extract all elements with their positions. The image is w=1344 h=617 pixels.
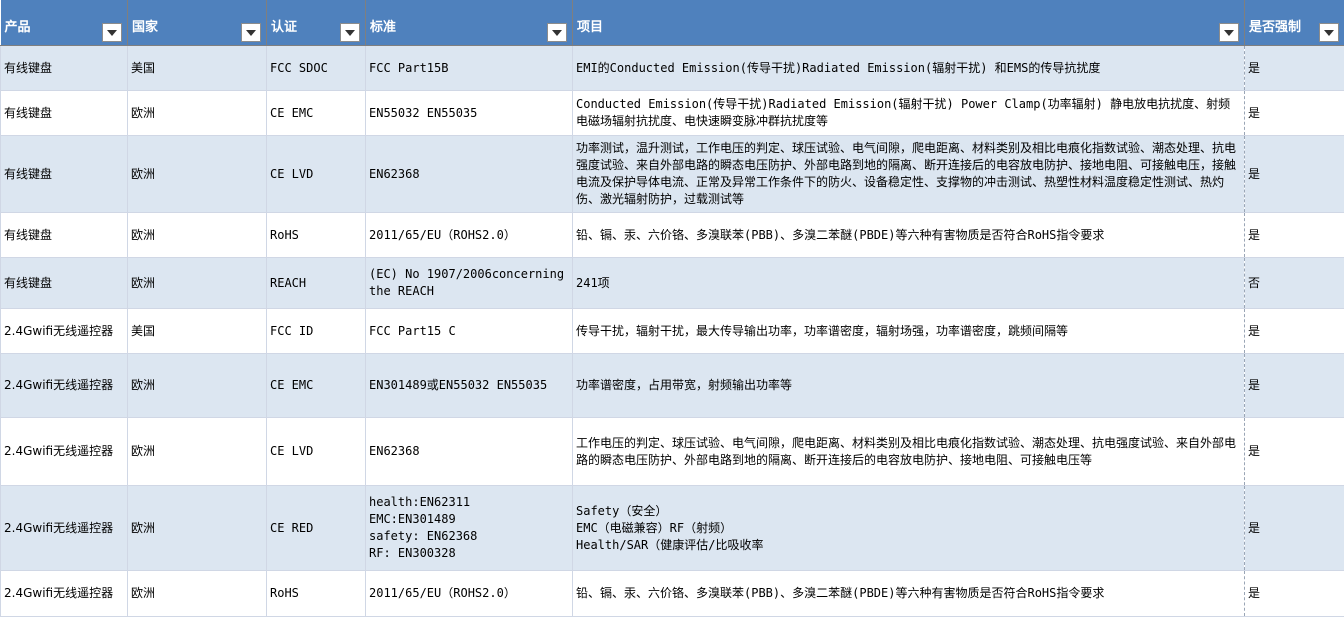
chevron-down-icon xyxy=(107,30,117,36)
mandatory-cell[interactable]: 是 xyxy=(1245,46,1344,91)
table-row: 2.4Gwifi无线遥控器 欧洲 CE EMC EN301489或EN55032… xyxy=(1,354,1344,418)
cert-cell[interactable]: RoHS xyxy=(267,571,366,617)
country-cell[interactable]: 欧洲 xyxy=(128,571,267,617)
header-cell: 认证 xyxy=(267,0,366,46)
product-cell[interactable]: 有线键盘 xyxy=(1,91,128,136)
mandatory-cell[interactable]: 是 xyxy=(1245,91,1344,136)
spreadsheet-table: 产品 国家 认证 标准 项目 是否强制 有线键盘 美国 FCC SDOC FCC… xyxy=(0,0,1344,617)
country-cell[interactable]: 欧洲 xyxy=(128,418,267,486)
product-cell[interactable]: 2.4Gwifi无线遥控器 xyxy=(1,309,128,354)
header-cell: 国家 xyxy=(128,0,267,46)
cert-cell[interactable]: FCC SDOC xyxy=(267,46,366,91)
table-row: 有线键盘 欧洲 CE EMC EN55032 EN55035 Conducted… xyxy=(1,91,1344,136)
country-cell[interactable]: 欧洲 xyxy=(128,258,267,309)
country-cell[interactable]: 欧洲 xyxy=(128,354,267,418)
cert-cell[interactable]: REACH xyxy=(267,258,366,309)
filter-dropdown-button[interactable] xyxy=(547,23,567,42)
mandatory-cell[interactable]: 是 xyxy=(1245,486,1344,571)
table-row: 有线键盘 欧洲 RoHS 2011/65/EU（ROHS2.0） 铅、镉、汞、六… xyxy=(1,213,1344,258)
country-cell[interactable]: 欧洲 xyxy=(128,213,267,258)
items-cell[interactable]: Safety（安全） EMC（电磁兼容）RF（射频） Health/SAR（健康… xyxy=(573,486,1245,571)
header-label: 项目 xyxy=(573,0,1244,35)
header-cell: 项目 xyxy=(573,0,1245,46)
country-cell[interactable]: 欧洲 xyxy=(128,136,267,213)
items-cell[interactable]: 铅、镉、汞、六价铬、多溴联苯(PBB)、多溴二苯醚(PBDE)等六种有害物质是否… xyxy=(573,213,1245,258)
product-cell[interactable]: 2.4Gwifi无线遥控器 xyxy=(1,486,128,571)
mandatory-cell[interactable]: 是 xyxy=(1245,354,1344,418)
items-cell[interactable]: 功率谱密度，占用带宽，射频输出功率等 xyxy=(573,354,1245,418)
product-cell[interactable]: 有线键盘 xyxy=(1,46,128,91)
chevron-down-icon xyxy=(246,30,256,36)
product-cell[interactable]: 2.4Gwifi无线遥控器 xyxy=(1,418,128,486)
items-cell[interactable]: 241项 xyxy=(573,258,1245,309)
table-row: 有线键盘 美国 FCC SDOC FCC Part15B EMI的Conduct… xyxy=(1,46,1344,91)
cert-cell[interactable]: CE EMC xyxy=(267,354,366,418)
mandatory-cell[interactable]: 是 xyxy=(1245,418,1344,486)
standard-cell[interactable]: health:EN62311 EMC:EN301489 safety: EN62… xyxy=(366,486,573,571)
standard-cell[interactable]: EN301489或EN55032 EN55035 xyxy=(366,354,573,418)
header-cell: 标准 xyxy=(366,0,573,46)
mandatory-cell[interactable]: 是 xyxy=(1245,136,1344,213)
filter-dropdown-button[interactable] xyxy=(102,23,122,42)
filter-dropdown-button[interactable] xyxy=(241,23,261,42)
standard-cell[interactable]: (EC) No 1907/2006concerning the REACH xyxy=(366,258,573,309)
table-row: 有线键盘 欧洲 REACH (EC) No 1907/2006concernin… xyxy=(1,258,1344,309)
standard-cell[interactable]: 2011/65/EU（ROHS2.0） xyxy=(366,571,573,617)
table-row: 2.4Gwifi无线遥控器 欧洲 RoHS 2011/65/EU（ROHS2.0… xyxy=(1,571,1344,617)
standard-cell[interactable]: EN62368 xyxy=(366,136,573,213)
chevron-down-icon xyxy=(345,30,355,36)
table-row: 2.4Gwifi无线遥控器 美国 FCC ID FCC Part15 C 传导干… xyxy=(1,309,1344,354)
cert-cell[interactable]: RoHS xyxy=(267,213,366,258)
product-cell[interactable]: 有线键盘 xyxy=(1,213,128,258)
standard-cell[interactable]: EN55032 EN55035 xyxy=(366,91,573,136)
standard-cell[interactable]: 2011/65/EU（ROHS2.0） xyxy=(366,213,573,258)
cert-cell[interactable]: CE EMC xyxy=(267,91,366,136)
cert-cell[interactable]: CE LVD xyxy=(267,136,366,213)
table-row: 2.4Gwifi无线遥控器 欧洲 CE LVD EN62368 工作电压的判定、… xyxy=(1,418,1344,486)
cert-cell[interactable]: CE RED xyxy=(267,486,366,571)
filter-dropdown-button[interactable] xyxy=(340,23,360,42)
items-cell[interactable]: 铅、镉、汞、六价铬、多溴联苯(PBB)、多溴二苯醚(PBDE)等六种有害物质是否… xyxy=(573,571,1245,617)
filter-dropdown-button[interactable] xyxy=(1219,23,1239,42)
mandatory-cell[interactable]: 否 xyxy=(1245,258,1344,309)
table-row: 2.4Gwifi无线遥控器 欧洲 CE RED health:EN62311 E… xyxy=(1,486,1344,571)
country-cell[interactable]: 欧洲 xyxy=(128,91,267,136)
standard-cell[interactable]: EN62368 xyxy=(366,418,573,486)
header-cell: 是否强制 xyxy=(1245,0,1344,46)
chevron-down-icon xyxy=(1224,30,1234,36)
filter-dropdown-button[interactable] xyxy=(1319,23,1339,42)
items-cell[interactable]: 工作电压的判定、球压试验、电气间隙，爬电距离、材料类别及相比电痕化指数试验、潮态… xyxy=(573,418,1245,486)
standard-cell[interactable]: FCC Part15 C xyxy=(366,309,573,354)
country-cell[interactable]: 美国 xyxy=(128,309,267,354)
items-cell[interactable]: EMI的Conducted Emission(传导干扰)Radiated Emi… xyxy=(573,46,1245,91)
product-cell[interactable]: 2.4Gwifi无线遥控器 xyxy=(1,354,128,418)
header-cell: 产品 xyxy=(1,0,128,46)
country-cell[interactable]: 美国 xyxy=(128,46,267,91)
items-cell[interactable]: 功率测试，温升测试，工作电压的判定、球压试验、电气间隙，爬电距离、材料类别及相比… xyxy=(573,136,1245,213)
standard-cell[interactable]: FCC Part15B xyxy=(366,46,573,91)
cert-cell[interactable]: FCC ID xyxy=(267,309,366,354)
chevron-down-icon xyxy=(1324,30,1334,36)
country-cell[interactable]: 欧洲 xyxy=(128,486,267,571)
mandatory-cell[interactable]: 是 xyxy=(1245,309,1344,354)
product-cell[interactable]: 2.4Gwifi无线遥控器 xyxy=(1,571,128,617)
table-row: 有线键盘 欧洲 CE LVD EN62368 功率测试，温升测试，工作电压的判定… xyxy=(1,136,1344,213)
cert-cell[interactable]: CE LVD xyxy=(267,418,366,486)
product-cell[interactable]: 有线键盘 xyxy=(1,136,128,213)
chevron-down-icon xyxy=(552,30,562,36)
items-cell[interactable]: Conducted Emission(传导干扰)Radiated Emissio… xyxy=(573,91,1245,136)
mandatory-cell[interactable]: 是 xyxy=(1245,571,1344,617)
mandatory-cell[interactable]: 是 xyxy=(1245,213,1344,258)
header-row: 产品 国家 认证 标准 项目 是否强制 xyxy=(1,0,1344,46)
items-cell[interactable]: 传导干扰，辐射干扰，最大传导输出功率，功率谱密度，辐射场强，功率谱密度，跳频间隔… xyxy=(573,309,1245,354)
header-label: 标准 xyxy=(366,0,572,35)
product-cell[interactable]: 有线键盘 xyxy=(1,258,128,309)
